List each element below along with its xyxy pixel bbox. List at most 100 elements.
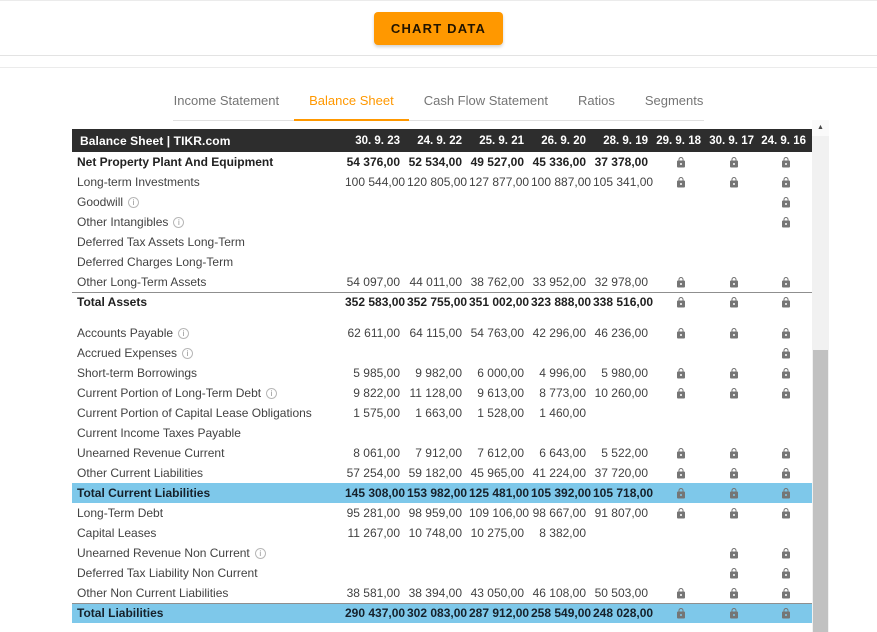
lock-icon[interactable] bbox=[675, 487, 687, 500]
info-icon[interactable]: i bbox=[266, 388, 277, 399]
table-row[interactable]: Long-Term Debt95 281,0098 959,00109 106,… bbox=[72, 503, 812, 523]
lock-cell[interactable] bbox=[654, 363, 707, 383]
tab-segments[interactable]: Segments bbox=[630, 84, 719, 120]
lock-icon[interactable] bbox=[780, 296, 792, 309]
lock-icon[interactable] bbox=[780, 367, 792, 380]
table-row[interactable]: Goodwilli bbox=[72, 192, 812, 212]
lock-icon[interactable] bbox=[728, 507, 740, 520]
lock-icon[interactable] bbox=[728, 547, 740, 560]
lock-icon[interactable] bbox=[675, 507, 687, 520]
lock-icon[interactable] bbox=[728, 296, 740, 309]
lock-icon[interactable] bbox=[780, 276, 792, 289]
lock-icon[interactable] bbox=[675, 367, 687, 380]
lock-icon[interactable] bbox=[780, 587, 792, 600]
table-row[interactable]: Capital Leases11 267,0010 748,0010 275,0… bbox=[72, 523, 812, 543]
lock-icon[interactable] bbox=[780, 156, 792, 169]
lock-cell[interactable] bbox=[654, 172, 707, 192]
table-row[interactable]: Deferred Tax Liability Non Current bbox=[72, 563, 812, 583]
table-row[interactable]: Accrued Expensesi bbox=[72, 343, 812, 363]
lock-icon[interactable] bbox=[728, 487, 740, 500]
lock-icon[interactable] bbox=[780, 216, 792, 229]
table-row[interactable]: Current Portion of Long-Term Debti9 822,… bbox=[72, 383, 812, 403]
table-row[interactable]: Deferred Charges Long-Term bbox=[72, 252, 812, 272]
lock-cell[interactable] bbox=[760, 192, 812, 212]
info-icon[interactable]: i bbox=[173, 217, 184, 228]
lock-cell[interactable] bbox=[654, 503, 707, 523]
lock-icon[interactable] bbox=[728, 327, 740, 340]
table-row[interactable]: Net Property Plant And Equipment54 376,0… bbox=[72, 152, 812, 172]
lock-icon[interactable] bbox=[780, 467, 792, 480]
table-row[interactable]: Short-term Borrowings5 985,009 982,006 0… bbox=[72, 363, 812, 383]
lock-icon[interactable] bbox=[728, 176, 740, 189]
lock-icon[interactable] bbox=[728, 607, 740, 620]
lock-cell[interactable] bbox=[760, 272, 812, 292]
table-row[interactable]: Total Liabilities290 437,00302 083,00287… bbox=[72, 603, 812, 623]
lock-icon[interactable] bbox=[675, 607, 687, 620]
info-icon[interactable]: i bbox=[182, 348, 193, 359]
lock-cell[interactable] bbox=[707, 603, 760, 623]
lock-icon[interactable] bbox=[675, 387, 687, 400]
lock-cell[interactable] bbox=[760, 292, 812, 312]
table-row[interactable]: Unearned Revenue Current8 061,007 912,00… bbox=[72, 443, 812, 463]
table-row[interactable]: Total Assets352 583,00352 755,00351 002,… bbox=[72, 292, 812, 312]
lock-cell[interactable] bbox=[654, 272, 707, 292]
lock-cell[interactable] bbox=[707, 443, 760, 463]
lock-icon[interactable] bbox=[675, 276, 687, 289]
lock-icon[interactable] bbox=[675, 587, 687, 600]
scrollbar-thumb[interactable] bbox=[813, 350, 828, 632]
lock-icon[interactable] bbox=[728, 447, 740, 460]
tab-balance-sheet[interactable]: Balance Sheet bbox=[294, 84, 409, 120]
lock-cell[interactable] bbox=[760, 603, 812, 623]
lock-cell[interactable] bbox=[707, 563, 760, 583]
table-row[interactable]: Accounts Payablei62 611,0064 115,0054 76… bbox=[72, 323, 812, 343]
lock-icon[interactable] bbox=[780, 196, 792, 209]
lock-cell[interactable] bbox=[760, 463, 812, 483]
lock-icon[interactable] bbox=[780, 567, 792, 580]
lock-icon[interactable] bbox=[675, 467, 687, 480]
lock-cell[interactable] bbox=[760, 583, 812, 603]
table-row[interactable]: Total Current Liabilities145 308,00153 9… bbox=[72, 483, 812, 503]
table-row[interactable]: Other Current Liabilities57 254,0059 182… bbox=[72, 463, 812, 483]
tab-ratios[interactable]: Ratios bbox=[563, 84, 630, 120]
lock-cell[interactable] bbox=[707, 323, 760, 343]
table-row[interactable]: Other Non Current Liabilities38 581,0038… bbox=[72, 583, 812, 603]
lock-cell[interactable] bbox=[760, 152, 812, 172]
lock-icon[interactable] bbox=[728, 587, 740, 600]
table-row[interactable]: Other Long-Term Assets54 097,0044 011,00… bbox=[72, 272, 812, 292]
lock-cell[interactable] bbox=[760, 172, 812, 192]
lock-cell[interactable] bbox=[760, 443, 812, 463]
lock-cell[interactable] bbox=[654, 583, 707, 603]
lock-icon[interactable] bbox=[675, 296, 687, 309]
info-icon[interactable]: i bbox=[178, 328, 189, 339]
lock-icon[interactable] bbox=[780, 547, 792, 560]
lock-cell[interactable] bbox=[707, 583, 760, 603]
lock-icon[interactable] bbox=[675, 156, 687, 169]
scroll-up-arrow-icon[interactable]: ▲ bbox=[812, 120, 829, 136]
lock-cell[interactable] bbox=[654, 463, 707, 483]
lock-cell[interactable] bbox=[707, 363, 760, 383]
lock-icon[interactable] bbox=[780, 176, 792, 189]
lock-cell[interactable] bbox=[760, 483, 812, 503]
lock-icon[interactable] bbox=[780, 347, 792, 360]
lock-cell[interactable] bbox=[707, 463, 760, 483]
lock-cell[interactable] bbox=[707, 503, 760, 523]
lock-icon[interactable] bbox=[780, 507, 792, 520]
info-icon[interactable]: i bbox=[255, 548, 266, 559]
lock-icon[interactable] bbox=[728, 567, 740, 580]
lock-icon[interactable] bbox=[728, 467, 740, 480]
lock-cell[interactable] bbox=[707, 272, 760, 292]
lock-cell[interactable] bbox=[760, 343, 812, 363]
tab-cash-flow-statement[interactable]: Cash Flow Statement bbox=[409, 84, 563, 120]
tab-income-statement[interactable]: Income Statement bbox=[159, 84, 295, 120]
table-row[interactable]: Deferred Tax Assets Long-Term bbox=[72, 232, 812, 252]
lock-cell[interactable] bbox=[707, 543, 760, 563]
lock-icon[interactable] bbox=[728, 156, 740, 169]
lock-cell[interactable] bbox=[654, 483, 707, 503]
lock-icon[interactable] bbox=[675, 327, 687, 340]
lock-cell[interactable] bbox=[654, 292, 707, 312]
lock-cell[interactable] bbox=[654, 603, 707, 623]
lock-cell[interactable] bbox=[707, 172, 760, 192]
lock-cell[interactable] bbox=[707, 292, 760, 312]
lock-cell[interactable] bbox=[654, 383, 707, 403]
table-row[interactable]: Long-term Investments100 544,00120 805,0… bbox=[72, 172, 812, 192]
